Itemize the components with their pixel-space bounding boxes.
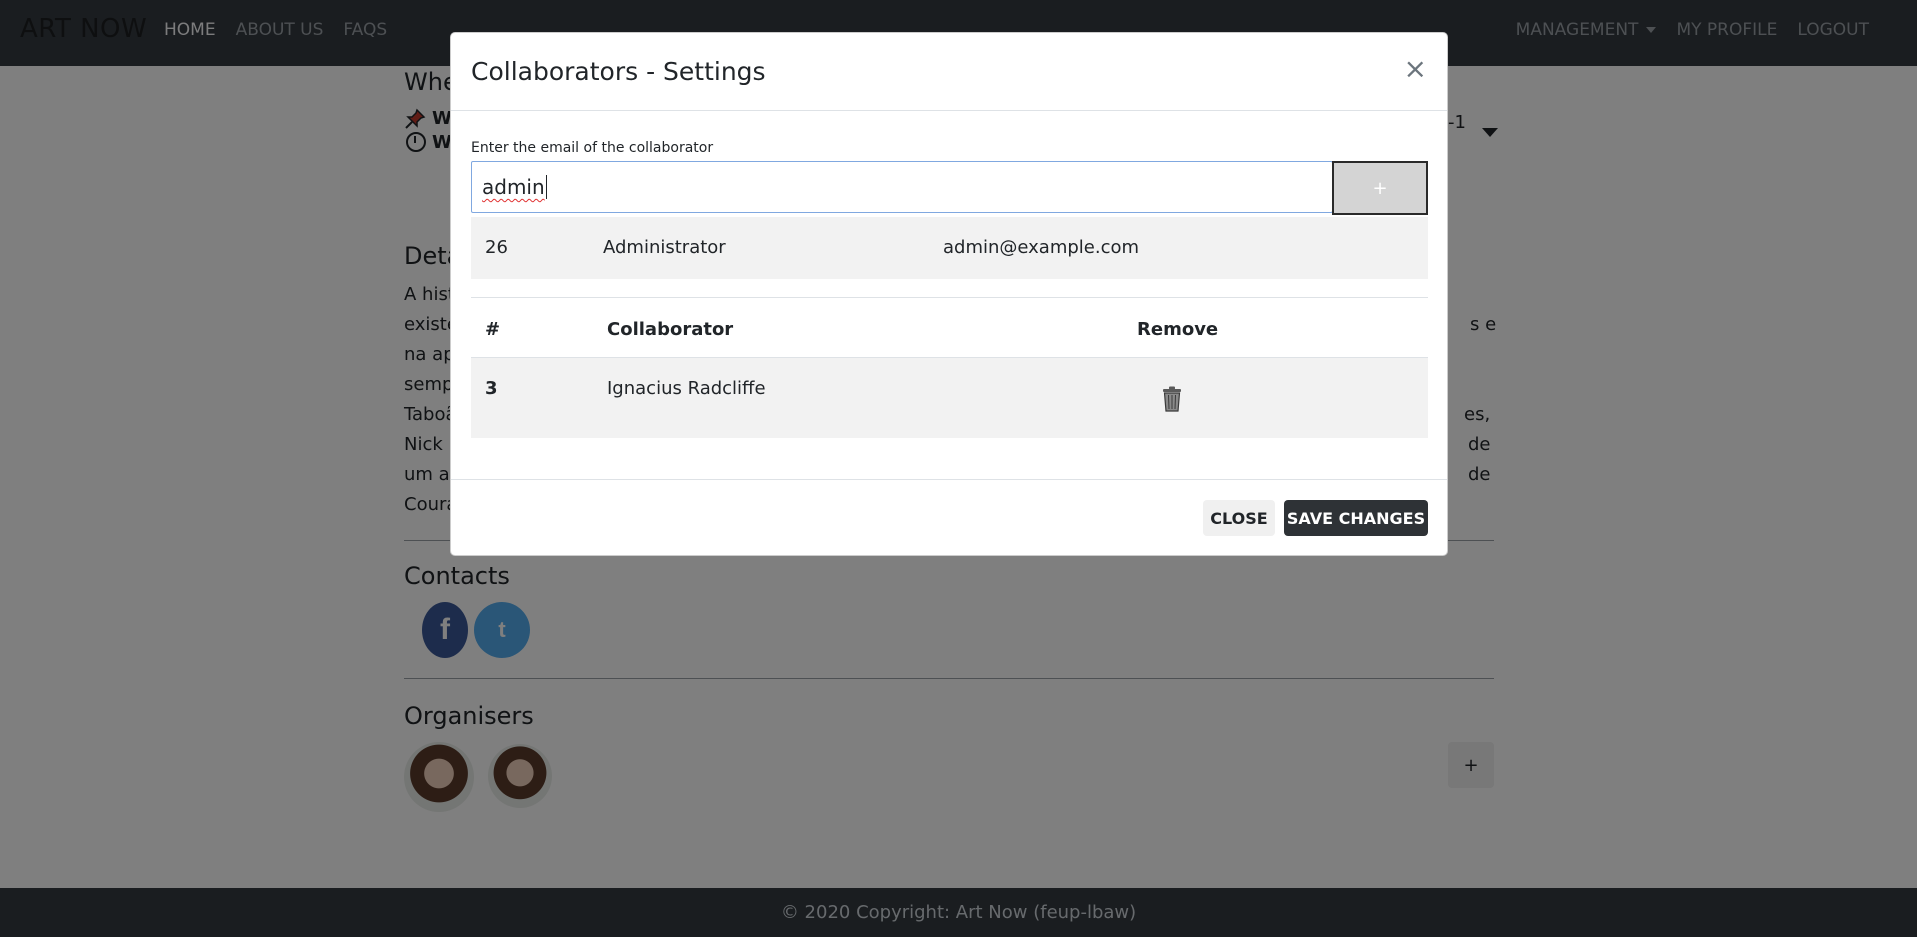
collaborator-id: 3 <box>485 378 498 399</box>
modal-footer: CLOSE SAVE CHANGES <box>451 479 1447 557</box>
email-label: Enter the email of the collaborator <box>471 140 714 156</box>
email-field-value: admin <box>482 175 545 199</box>
collaborators-modal: Collaborators - Settings × Enter the ema… <box>450 32 1448 556</box>
add-collaborator-button[interactable]: + <box>1332 161 1428 215</box>
save-changes-button[interactable]: SAVE CHANGES <box>1284 500 1428 536</box>
result-email: admin@example.com <box>943 237 1140 258</box>
divider <box>471 297 1428 298</box>
text-cursor <box>545 175 547 199</box>
result-id: 26 <box>485 237 508 258</box>
modal-title: Collaborators - Settings <box>471 57 766 86</box>
close-icon[interactable]: × <box>1404 55 1427 83</box>
column-header-remove: Remove <box>1137 319 1219 340</box>
email-field[interactable]: admin <box>471 161 1333 213</box>
table-row: 3 Ignacius Radcliffe <box>471 358 1428 438</box>
column-header-collaborator: Collaborator <box>607 319 734 340</box>
collaborator-name: Ignacius Radcliffe <box>607 378 766 399</box>
close-button[interactable]: CLOSE <box>1203 500 1275 536</box>
search-result-row[interactable]: 26 Administrator admin@example.com <box>471 217 1428 279</box>
result-name: Administrator <box>603 237 726 258</box>
trash-icon[interactable] <box>1161 386 1183 412</box>
modal-header: Collaborators - Settings × <box>451 33 1447 111</box>
column-header-id: # <box>485 319 501 340</box>
